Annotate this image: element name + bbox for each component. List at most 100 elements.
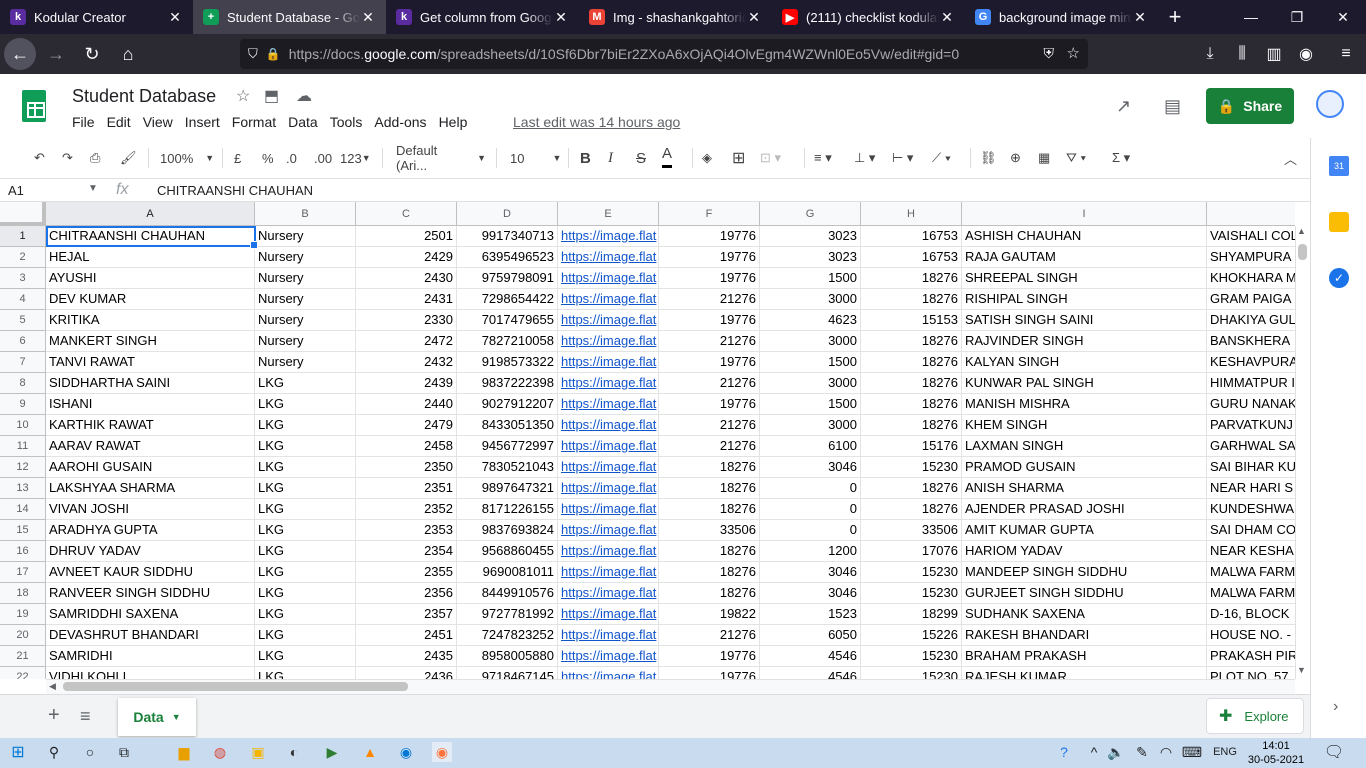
row-header[interactable]: 10 bbox=[0, 415, 46, 436]
cell[interactable]: 7298654422 bbox=[457, 289, 558, 310]
cell[interactable]: 19822 bbox=[659, 604, 760, 625]
cell[interactable]: PRAMOD GUSAIN bbox=[962, 457, 1207, 478]
cell[interactable]: 9568860455 bbox=[457, 541, 558, 562]
cell[interactable]: 15230 bbox=[861, 583, 962, 604]
cell[interactable]: 2357 bbox=[356, 604, 457, 625]
cell[interactable]: 2431 bbox=[356, 289, 457, 310]
filter-icon[interactable]: ⛛ ▾ bbox=[1066, 142, 1086, 174]
cell[interactable]: AMIT KUMAR GUPTA bbox=[962, 520, 1207, 541]
browser-tab[interactable]: M Img - shashankgahtori@ ✕ bbox=[579, 0, 772, 34]
close-tab-icon[interactable]: ✕ bbox=[167, 9, 183, 26]
row-header[interactable]: 7 bbox=[0, 352, 46, 373]
vertical-align-icon[interactable]: ⊥ ▾ bbox=[854, 142, 875, 174]
cell[interactable]: D-16, BLOCK bbox=[1207, 604, 1295, 625]
cell[interactable]: 9917340713 bbox=[457, 226, 558, 247]
row-header[interactable]: 6 bbox=[0, 331, 46, 352]
cell[interactable]: RANVEER SINGH SIDDHU bbox=[46, 583, 255, 604]
cell[interactable]: 4546 bbox=[760, 646, 861, 667]
cell[interactable]: https://image.flat bbox=[558, 478, 659, 499]
text-rotation-icon[interactable]: ⟋ ▾ bbox=[932, 142, 951, 174]
cell[interactable]: NEAR KESHA bbox=[1207, 541, 1295, 562]
italic-icon[interactable]: I bbox=[608, 142, 613, 174]
cell[interactable]: 3023 bbox=[760, 247, 861, 268]
undo-icon[interactable]: ↶ bbox=[34, 142, 45, 174]
cell[interactable]: KHEM SINGH bbox=[962, 415, 1207, 436]
scroll-down-icon[interactable]: ▼ bbox=[1297, 665, 1306, 675]
cell[interactable]: 1500 bbox=[760, 352, 861, 373]
cell[interactable]: VIDHI KOHLI bbox=[46, 667, 255, 679]
cell[interactable]: LKG bbox=[255, 457, 356, 478]
cell[interactable]: LKG bbox=[255, 394, 356, 415]
library-icon[interactable]: ⫼ bbox=[1226, 38, 1258, 70]
cell[interactable]: 3000 bbox=[760, 289, 861, 310]
column-header[interactable]: E bbox=[558, 202, 659, 226]
scroll-up-icon[interactable]: ▲ bbox=[1297, 226, 1306, 236]
cell[interactable]: 18276 bbox=[861, 373, 962, 394]
strikethrough-icon[interactable]: S bbox=[636, 142, 646, 174]
cell[interactable]: 1200 bbox=[760, 541, 861, 562]
cell[interactable]: HOUSE NO. - bbox=[1207, 625, 1295, 646]
horizontal-align-icon[interactable]: ≡ ▾ bbox=[814, 142, 832, 174]
cell[interactable]: 21276 bbox=[659, 415, 760, 436]
cell[interactable]: 9456772997 bbox=[457, 436, 558, 457]
formula-input[interactable]: CHITRAANSHI CHAUHAN bbox=[157, 183, 313, 198]
menu-item-addons[interactable]: Add-ons bbox=[374, 114, 426, 130]
zoom-select[interactable]: 100% ▼ bbox=[160, 142, 214, 174]
keyboard-icon[interactable]: ⌨ bbox=[1182, 742, 1202, 762]
edge-icon[interactable]: ◉ bbox=[396, 742, 416, 762]
home-icon[interactable]: ⌂ bbox=[112, 38, 144, 70]
cell[interactable]: 15226 bbox=[861, 625, 962, 646]
cell[interactable]: HEJAL bbox=[46, 247, 255, 268]
cell[interactable]: https://image.flat bbox=[558, 373, 659, 394]
text-wrap-icon[interactable]: ⊢ ▾ bbox=[892, 142, 913, 174]
row-header[interactable]: 12 bbox=[0, 457, 46, 478]
cell[interactable]: AYUSHI bbox=[46, 268, 255, 289]
cell[interactable]: 15153 bbox=[861, 310, 962, 331]
cell[interactable]: LKG bbox=[255, 667, 356, 679]
cell[interactable]: 3046 bbox=[760, 457, 861, 478]
cell[interactable]: Nursery bbox=[255, 310, 356, 331]
cell[interactable]: https://image.flat bbox=[558, 394, 659, 415]
cell[interactable]: https://image.flat bbox=[558, 604, 659, 625]
menu-item-view[interactable]: View bbox=[143, 114, 173, 130]
cell[interactable]: https://image.flat bbox=[558, 562, 659, 583]
cell[interactable]: SHREEPAL SINGH bbox=[962, 268, 1207, 289]
cell[interactable]: 0 bbox=[760, 520, 861, 541]
reload-icon[interactable]: ↻ bbox=[76, 38, 108, 70]
menu-item-help[interactable]: Help bbox=[439, 114, 468, 130]
cell[interactable]: DHAKIYA GUL bbox=[1207, 310, 1295, 331]
cell[interactable]: RAKESH BHANDARI bbox=[962, 625, 1207, 646]
cell[interactable]: https://image.flat bbox=[558, 415, 659, 436]
column-header[interactable]: B bbox=[255, 202, 356, 226]
currency-format-button[interactable]: £ bbox=[234, 142, 241, 174]
cell[interactable]: BRAHAM PRAKASH bbox=[962, 646, 1207, 667]
row-header[interactable]: 14 bbox=[0, 499, 46, 520]
cell[interactable]: HIMMATPUR I bbox=[1207, 373, 1295, 394]
cell[interactable]: 6100 bbox=[760, 436, 861, 457]
cell[interactable]: Nursery bbox=[255, 289, 356, 310]
cell[interactable]: MANDEEP SINGH SIDDHU bbox=[962, 562, 1207, 583]
cell[interactable]: 21276 bbox=[659, 331, 760, 352]
cell[interactable]: NEAR HARI S bbox=[1207, 478, 1295, 499]
cell[interactable]: 16753 bbox=[861, 247, 962, 268]
cell[interactable]: 1500 bbox=[760, 394, 861, 415]
cell[interactable]: LKG bbox=[255, 499, 356, 520]
cell[interactable]: https://image.flat bbox=[558, 541, 659, 562]
insert-chart-icon[interactable]: ▦ bbox=[1038, 142, 1050, 174]
cell[interactable]: SAI DHAM CO bbox=[1207, 520, 1295, 541]
cell[interactable]: GURJEET SINGH SIDDHU bbox=[962, 583, 1207, 604]
paint-format-icon[interactable]: 🖌 bbox=[120, 142, 137, 174]
sheets-logo-icon[interactable] bbox=[22, 90, 46, 122]
menu-item-data[interactable]: Data bbox=[288, 114, 318, 130]
cell[interactable]: 2472 bbox=[356, 331, 457, 352]
cell[interactable]: 21276 bbox=[659, 625, 760, 646]
fill-color-icon[interactable]: ◈ bbox=[702, 142, 712, 174]
cell[interactable]: 6395496523 bbox=[457, 247, 558, 268]
sidebar-icon[interactable]: ▥ bbox=[1258, 38, 1290, 70]
horizontal-scroll-thumb[interactable] bbox=[63, 682, 408, 691]
explore-button[interactable]: ✚ Explore bbox=[1206, 698, 1304, 734]
row-header[interactable]: 5 bbox=[0, 310, 46, 331]
cell[interactable]: 18276 bbox=[861, 415, 962, 436]
cell[interactable]: 1523 bbox=[760, 604, 861, 625]
cell[interactable]: 18276 bbox=[659, 457, 760, 478]
